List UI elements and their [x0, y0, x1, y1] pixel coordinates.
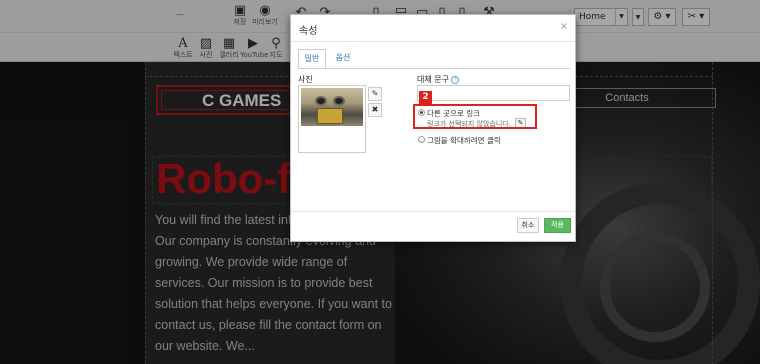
robot-eye-left — [315, 96, 327, 106]
photo-thumbnail — [301, 88, 363, 126]
zoom-radio[interactable] — [418, 136, 425, 143]
alt-text-label: 대체 문구? — [417, 74, 459, 85]
edit-photo-button[interactable]: ✎ — [368, 87, 382, 101]
photo-label: 사진 — [298, 75, 313, 84]
dialog-title: 속성 — [299, 26, 318, 37]
divider — [291, 41, 575, 42]
help-icon[interactable]: ? — [450, 75, 459, 84]
photo-preview[interactable] — [298, 85, 366, 153]
zoom-option-label: 그림을 확대하려면 클릭 — [427, 136, 501, 145]
robot-body — [317, 108, 343, 124]
robot-eye-right — [333, 96, 345, 106]
highlight-box — [413, 104, 537, 129]
step-badge: 2 — [419, 91, 432, 104]
cancel-button[interactable]: 취소 — [517, 218, 539, 233]
tab-general[interactable]: 일반 — [298, 49, 326, 69]
close-icon[interactable]: × — [560, 21, 568, 32]
tab-options[interactable]: 옵션 — [331, 49, 355, 69]
close-icon: ✖ — [371, 105, 379, 114]
properties-dialog: 속성 × 일반 옵션 사진 ✎ ✖ 대체 문구? 2 다른 곳으로 링크 링크가… — [290, 14, 576, 242]
divider — [298, 68, 570, 69]
pencil-icon: ✎ — [371, 89, 379, 98]
remove-photo-button[interactable]: ✖ — [368, 103, 382, 117]
alt-text-input[interactable] — [417, 85, 570, 101]
divider — [291, 211, 575, 212]
apply-button[interactable]: 적용 — [544, 218, 571, 233]
